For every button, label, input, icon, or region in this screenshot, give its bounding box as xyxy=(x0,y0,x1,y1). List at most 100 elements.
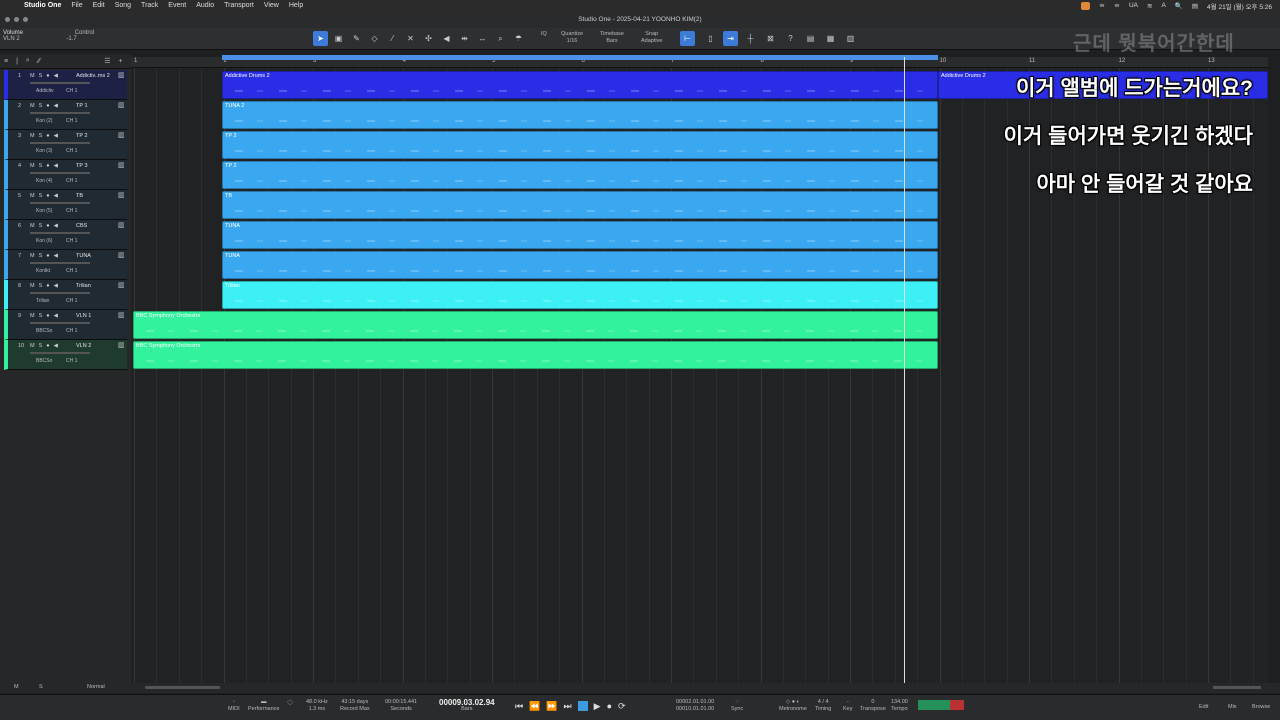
instrument-select[interactable]: Kontkt xyxy=(36,268,50,274)
solo-button[interactable]: S xyxy=(39,103,43,109)
rewind-icon[interactable]: ⏪ xyxy=(529,701,540,712)
track-name[interactable]: Addictiv..ms 2 xyxy=(76,73,110,79)
forward-icon[interactable]: ⏩ xyxy=(546,701,557,712)
volume-fader[interactable] xyxy=(30,232,90,234)
return-to-zero-icon[interactable]: ⏮ xyxy=(515,701,523,712)
midi-clip[interactable]: Trilian xyxy=(222,281,938,309)
record-arm-button[interactable]: ● xyxy=(46,283,49,289)
app-status-icon[interactable] xyxy=(1081,1,1090,10)
quantize-select[interactable]: Quantize 1/16 xyxy=(561,31,583,45)
iq-button[interactable]: IQ xyxy=(541,31,547,38)
keyboard-icon[interactable]: ▥ xyxy=(118,161,125,169)
tempo[interactable]: 134.00 Tempo xyxy=(891,699,908,713)
marker-icon[interactable]: ┼ xyxy=(743,31,758,46)
track-header[interactable]: 4 M S ● ◀ TP 3 ▥ Kon (4) CH 1 xyxy=(4,160,127,190)
snap-toggle[interactable]: ⊢ xyxy=(680,31,695,46)
instrument-select[interactable]: Kon (3) xyxy=(36,148,52,154)
instrument-select[interactable]: Kon (5) xyxy=(36,208,52,214)
midi-clip[interactable]: Addictive Drums 2 xyxy=(222,71,938,99)
menu-view[interactable]: View xyxy=(264,2,279,9)
key[interactable]: - Key xyxy=(843,699,852,713)
mute-button[interactable]: M xyxy=(30,313,35,319)
split-view-icon[interactable]: ⇹ xyxy=(457,31,472,46)
status-icon-ua[interactable]: UA xyxy=(1129,2,1138,9)
midi-clip[interactable]: TUNA 2 xyxy=(222,101,938,129)
volume-fader[interactable] xyxy=(30,142,90,144)
instrument-select[interactable]: Kon (2) xyxy=(36,118,52,124)
edit-button[interactable]: Edit xyxy=(1199,704,1208,711)
play-icon[interactable]: ▶ xyxy=(594,701,601,712)
mode-select[interactable]: Normal xyxy=(87,684,105,690)
track-name[interactable]: VLN 1 xyxy=(76,313,91,319)
channel-select[interactable]: CH 1 xyxy=(66,178,77,184)
midi-monitor[interactable]: ◦ MIDI xyxy=(228,699,240,713)
menu-event[interactable]: Event xyxy=(168,2,186,9)
wifi-icon[interactable]: ≋ xyxy=(1147,2,1152,10)
solo-button[interactable]: S xyxy=(39,133,43,139)
instrument-select[interactable]: Kon (4) xyxy=(36,178,52,184)
record-arm-button[interactable]: ● xyxy=(46,253,49,259)
expand-icon[interactable]: ↔ xyxy=(475,31,490,46)
snap-toggle-icon[interactable]: ⊢ xyxy=(680,31,695,46)
track-header[interactable]: 3 M S ● ◀ TP 2 ▥ Kon (3) CH 1 xyxy=(4,130,127,160)
volume-fader[interactable] xyxy=(30,352,90,354)
instrument-select[interactable]: BBCSo xyxy=(36,328,52,334)
keyboard-icon[interactable]: ▥ xyxy=(118,281,125,289)
mute-button[interactable]: M xyxy=(30,343,35,349)
metronome[interactable]: ◇ ● ◐ Metronome xyxy=(779,699,807,713)
record-arm-button[interactable]: ● xyxy=(46,313,49,319)
channel-select[interactable]: CH 1 xyxy=(66,208,77,214)
track-header[interactable]: 7 M S ● ◀ TUNA ▥ Kontkt CH 1 xyxy=(4,250,127,280)
record-icon[interactable]: ● xyxy=(607,701,612,712)
time-seconds[interactable]: 00:00:15.441 Seconds xyxy=(385,699,417,713)
mute-tool-icon[interactable]: ✕ xyxy=(403,31,418,46)
channel-select[interactable]: CH 1 xyxy=(66,148,77,154)
track-list-menu-icon[interactable]: ☰ xyxy=(104,57,110,65)
track-name[interactable]: TP 1 xyxy=(76,103,88,109)
track-name[interactable]: TP 2 xyxy=(76,133,88,139)
param-value[interactable]: -1.7 xyxy=(66,36,76,42)
track-header[interactable]: 10 M S ● ◀ VLN 2 ▥ BBCSo CH 1 xyxy=(4,340,127,370)
menu-app[interactable]: Studio One xyxy=(24,2,61,9)
control-center-icon[interactable]: ▤ xyxy=(1192,2,1198,10)
volume-fader[interactable] xyxy=(30,262,90,264)
channel-select[interactable]: CH 1 xyxy=(66,88,77,94)
track-name[interactable]: Trilian xyxy=(76,283,91,289)
autoscroll-icon[interactable]: ▯ xyxy=(703,31,718,46)
layout-icon[interactable]: ▥ xyxy=(843,31,858,46)
channel-select[interactable]: CH 1 xyxy=(66,298,77,304)
global-solo[interactable]: S xyxy=(39,684,43,690)
channel-select[interactable]: CH 1 xyxy=(66,268,77,274)
zoom-slider[interactable] xyxy=(1213,686,1261,689)
instrument-select[interactable]: Addictiv xyxy=(36,88,54,94)
record-arm-button[interactable]: ● xyxy=(46,193,49,199)
clock[interactable]: 4월 21일 (월) 오후 5:26 xyxy=(1207,1,1272,11)
sync[interactable]: ◌ Sync xyxy=(731,699,743,713)
track-header[interactable]: 9 M S ● ◀ VLN 1 ▥ BBCSo CH 1 xyxy=(4,310,127,340)
solo-button[interactable]: S xyxy=(39,163,43,169)
menu-file[interactable]: File xyxy=(71,2,82,9)
midi-clip[interactable]: TUNA xyxy=(222,251,938,279)
monitor-button[interactable]: ◀ xyxy=(54,313,58,319)
track-header[interactable]: 6 M S ● ◀ CBS ▥ Kon (6) CH 1 xyxy=(4,220,127,250)
solo-button[interactable]: S xyxy=(39,343,43,349)
mute-button[interactable]: M xyxy=(30,283,35,289)
midi-clip[interactable]: TP 2 xyxy=(222,131,938,159)
monitor-button[interactable]: ◀ xyxy=(54,283,58,289)
time-signature[interactable]: 4 / 4 Timing xyxy=(815,699,831,713)
browse-button[interactable]: Browse xyxy=(1252,704,1270,711)
keyboard-icon[interactable]: ▥ xyxy=(118,131,125,139)
solo-button[interactable]: S xyxy=(39,193,43,199)
volume-fader[interactable] xyxy=(30,172,90,174)
channel-select[interactable]: CH 1 xyxy=(66,358,77,364)
monitor-button[interactable]: ◀ xyxy=(54,163,58,169)
record-arm-button[interactable]: ● xyxy=(46,103,49,109)
midi-clip[interactable]: TP 2 xyxy=(222,161,938,189)
fullscreen-icon[interactable]: ⊠ xyxy=(763,31,778,46)
video-icon[interactable]: ▤ xyxy=(803,31,818,46)
loop-icon[interactable]: ⟳ xyxy=(618,701,626,712)
monitor-button[interactable]: ◀ xyxy=(54,103,58,109)
midi-clip[interactable]: BBC Symphony Orchestra xyxy=(133,311,938,339)
track-header[interactable]: 8 M S ● ◀ Trilian ▥ Trilian CH 1 xyxy=(4,280,127,310)
horizontal-scrollbar[interactable]: M S Normal xyxy=(0,683,1280,693)
